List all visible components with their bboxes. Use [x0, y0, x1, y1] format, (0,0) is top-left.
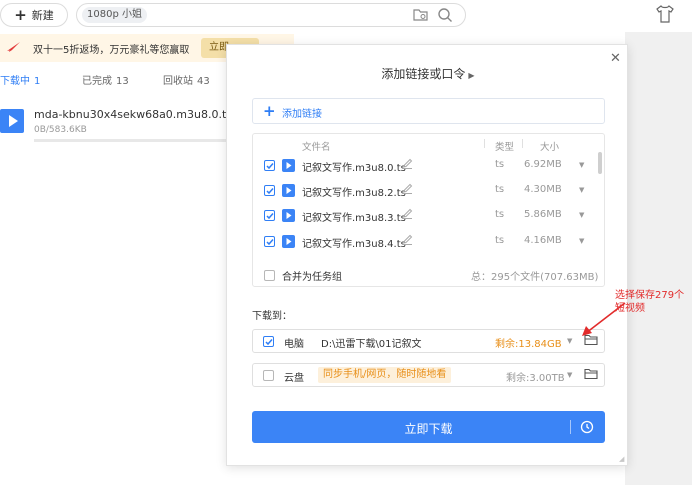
file-name: 记叙文写作.m3u8.2.ts	[302, 188, 406, 199]
add-link-label: 添加链接	[282, 109, 322, 120]
file-size: 6.92MB	[524, 159, 562, 170]
total-summary: 总：295个文件(707.63MB)	[471, 272, 599, 283]
column-header-name[interactable]: 文件名	[302, 139, 331, 153]
button-divider	[570, 420, 571, 434]
close-icon[interactable]: ✕	[610, 51, 621, 66]
caret-down-icon[interactable]: ▼	[579, 237, 584, 245]
search-input[interactable]: 1080p 小姐	[76, 3, 466, 27]
promo-logo-icon	[7, 42, 20, 52]
file-list-scrollbar[interactable]	[598, 152, 602, 174]
tab-completed[interactable]: 已完成 13	[82, 72, 129, 87]
resize-grip-icon[interactable]: ◢	[619, 455, 624, 463]
file-type: ts	[495, 209, 505, 220]
edit-icon[interactable]	[402, 234, 413, 245]
task-size: 0B/583.6KB	[34, 125, 87, 135]
plus-icon: +	[263, 102, 276, 120]
tab-count: 1	[34, 76, 41, 87]
promo-text: 双十一5折返场，万元豪礼等您赢取	[33, 45, 190, 56]
tab-recycle-bin[interactable]: 回收站 43	[163, 72, 210, 87]
right-panel-background	[625, 32, 692, 485]
download-now-label: 立即下载	[404, 422, 453, 436]
skin-icon[interactable]	[655, 5, 675, 23]
file-row[interactable]: 记叙文写作.m3u8.3.ts ts 5.86MB ▼	[253, 204, 606, 228]
search-icon[interactable]	[437, 7, 453, 23]
tab-label: 下载中	[0, 76, 30, 87]
file-size: 5.86MB	[524, 209, 562, 220]
top-toolbar: + 新建 1080p 小姐	[0, 0, 692, 32]
folder-icon[interactable]	[584, 368, 598, 380]
video-file-icon	[282, 209, 295, 222]
chevron-right-icon: ▶	[468, 71, 475, 80]
caret-down-icon[interactable]: ▼	[579, 186, 584, 194]
download-now-button[interactable]: 立即下载	[252, 411, 605, 443]
pc-label: 电脑	[284, 339, 304, 350]
file-name: 记叙文写作.m3u8.3.ts	[302, 213, 406, 224]
merge-checkbox[interactable]	[264, 270, 275, 281]
dialog-title[interactable]: 添加链接或口令 ▶	[227, 65, 629, 82]
cloud-free-space: 剩余:3.00TB	[506, 373, 565, 384]
file-type: ts	[495, 159, 505, 170]
new-task-label: 新建	[31, 9, 54, 22]
edit-icon[interactable]	[402, 158, 413, 169]
folder-search-icon[interactable]	[413, 8, 429, 22]
add-link-dialog: ✕ 添加链接或口令 ▶ + 添加链接 文件名 | 类型 | 大小 记叙文写作.m3…	[226, 44, 628, 466]
save-path[interactable]: D:\迅雷下载\01记叙文	[321, 335, 422, 350]
merge-label: 合并为任务组	[282, 272, 342, 283]
caret-down-icon[interactable]: ▼	[567, 371, 572, 379]
sync-badge: 同步手机/网页，随时随地看	[318, 367, 452, 383]
file-list-panel: 文件名 | 类型 | 大小 记叙文写作.m3u8.0.ts ts 6.92MB …	[252, 133, 605, 287]
file-type: ts	[495, 184, 505, 195]
cloud-checkbox[interactable]	[263, 370, 274, 381]
cloud-label: 云盘	[284, 373, 304, 384]
video-file-icon	[282, 159, 295, 172]
tab-label: 已完成	[82, 76, 112, 87]
add-link-button[interactable]: + 添加链接	[252, 98, 605, 124]
file-size: 4.30MB	[524, 184, 562, 195]
file-row[interactable]: 记叙文写作.m3u8.0.ts ts 6.92MB ▼	[253, 154, 606, 178]
download-to-label: 下载到：	[252, 311, 292, 322]
edit-icon[interactable]	[402, 183, 413, 194]
video-file-icon	[282, 184, 295, 197]
annotation-arrow-icon	[582, 302, 626, 336]
column-header-size[interactable]: 大小	[540, 139, 559, 153]
file-name: 记叙文写作.m3u8.4.ts	[302, 239, 406, 250]
pc-free-space: 剩余:13.84GB	[495, 339, 562, 350]
file-name: 记叙文写作.m3u8.0.ts	[302, 163, 406, 174]
file-row[interactable]: 记叙文写作.m3u8.2.ts ts 4.30MB ▼	[253, 179, 606, 203]
search-chip[interactable]: 1080p 小姐	[82, 7, 147, 23]
schedule-clock-icon[interactable]	[579, 419, 595, 435]
task-name: mda-kbnu30x4sekw68a0.m3u8.0.ts	[34, 108, 233, 121]
plus-icon: +	[14, 6, 27, 24]
tab-count: 43	[197, 76, 210, 87]
caret-down-icon[interactable]: ▼	[579, 161, 584, 169]
destination-cloud-row[interactable]: 云盘 同步手机/网页，随时随地看 剩余:3.00TB ▼	[252, 363, 605, 387]
tab-count: 13	[116, 76, 129, 87]
video-file-icon	[0, 109, 24, 133]
column-header-type[interactable]: 类型	[495, 139, 514, 153]
pc-checkbox[interactable]	[263, 336, 274, 347]
dialog-title-text: 添加链接或口令	[381, 67, 466, 81]
tab-label: 回收站	[163, 76, 193, 87]
column-divider: |	[483, 139, 487, 149]
tab-downloading[interactable]: 下载中 1	[0, 72, 40, 87]
column-divider: |	[521, 139, 525, 149]
video-file-icon	[282, 235, 295, 248]
file-checkbox[interactable]	[264, 160, 275, 171]
edit-icon[interactable]	[402, 208, 413, 219]
file-checkbox[interactable]	[264, 236, 275, 247]
file-checkbox[interactable]	[264, 210, 275, 221]
file-checkbox[interactable]	[264, 185, 275, 196]
caret-down-icon[interactable]: ▼	[579, 211, 584, 219]
destination-pc-row[interactable]: 电脑 D:\迅雷下载\01记叙文 剩余:13.84GB ▼	[252, 329, 605, 353]
file-type: ts	[495, 235, 505, 246]
file-row[interactable]: 记叙文写作.m3u8.4.ts ts 4.16MB ▼	[253, 230, 606, 254]
new-task-button[interactable]: + 新建	[0, 3, 68, 27]
file-size: 4.16MB	[524, 235, 562, 246]
